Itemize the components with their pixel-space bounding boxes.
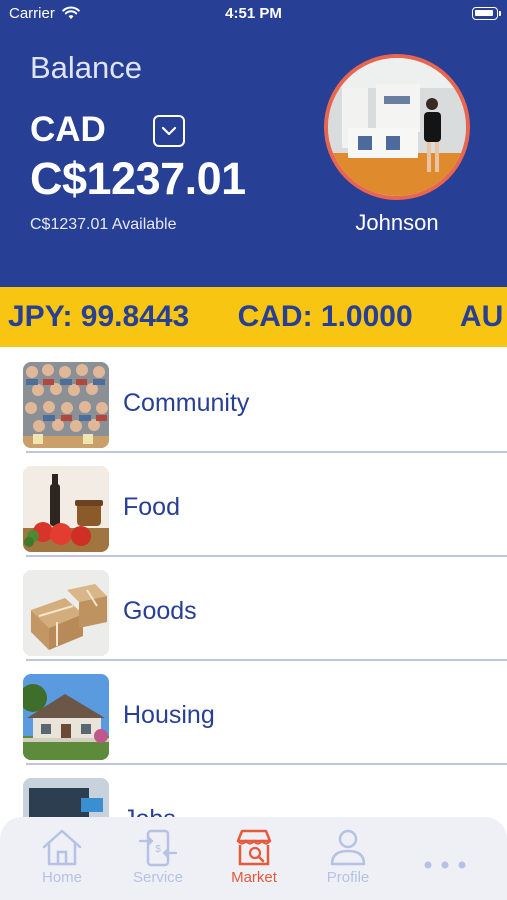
tab-label: Home bbox=[41, 869, 82, 886]
tab-bar: Home $ Service Market Profile bbox=[0, 817, 507, 900]
ticker-item: AU bbox=[459, 300, 504, 333]
food-thumbnail bbox=[23, 466, 109, 552]
currency-dropdown-button[interactable] bbox=[153, 115, 185, 147]
profile-icon bbox=[330, 829, 366, 866]
currency-code: CAD bbox=[30, 110, 106, 149]
list-item-food[interactable]: Food bbox=[0, 451, 507, 557]
balance-amount: C$1237.01 bbox=[30, 153, 246, 204]
more-icon bbox=[424, 861, 466, 869]
tab-home[interactable]: Home bbox=[27, 827, 97, 886]
tab-market[interactable]: Market bbox=[219, 827, 289, 886]
list-item-label: Housing bbox=[123, 701, 215, 729]
community-thumbnail bbox=[23, 362, 109, 448]
status-bar: Carrier 4:51 PM bbox=[0, 0, 507, 28]
tab-label: Service bbox=[132, 869, 184, 886]
ticker-item: CAD: 1.0000 bbox=[237, 300, 413, 333]
balance-label: Balance bbox=[30, 50, 143, 85]
ticker-track: JPY: 99.8443 CAD: 1.0000 AU bbox=[8, 300, 507, 334]
list-item-label: Community bbox=[123, 389, 250, 417]
tab-label: Profile bbox=[326, 869, 370, 886]
tab-service[interactable]: $ Service bbox=[123, 827, 193, 886]
available-balance: C$1237.01 Available bbox=[30, 216, 177, 233]
list-item-community[interactable]: Community bbox=[0, 347, 507, 453]
avatar[interactable] bbox=[324, 54, 470, 200]
tab-label: Market bbox=[231, 869, 277, 886]
list-item-goods[interactable]: Goods bbox=[0, 555, 507, 661]
service-icon: $ bbox=[138, 829, 178, 867]
avatar-photo bbox=[328, 58, 466, 196]
chevron-down-icon bbox=[161, 126, 177, 136]
profile-name[interactable]: Johnson bbox=[324, 210, 470, 236]
list-item-label: Food bbox=[123, 493, 180, 521]
battery-tip bbox=[499, 11, 501, 16]
clock: 4:51 PM bbox=[225, 5, 282, 22]
balance-header: Carrier 4:51 PM Balance CAD C$1237.01 C$… bbox=[0, 0, 507, 287]
exchange-rate-ticker: JPY: 99.8443 CAD: 1.0000 AU bbox=[0, 287, 507, 347]
goods-thumbnail bbox=[23, 570, 109, 656]
list-item-label: Goods bbox=[123, 597, 197, 625]
tab-more[interactable] bbox=[423, 857, 467, 875]
tab-profile[interactable]: Profile bbox=[313, 827, 383, 886]
battery-icon bbox=[472, 7, 498, 20]
ticker-item: JPY: 99.8443 bbox=[8, 300, 190, 333]
svg-text:$: $ bbox=[155, 844, 161, 855]
market-icon bbox=[236, 829, 272, 866]
list-item-housing[interactable]: Housing bbox=[0, 659, 507, 765]
housing-thumbnail bbox=[23, 674, 109, 760]
home-icon bbox=[42, 829, 82, 866]
